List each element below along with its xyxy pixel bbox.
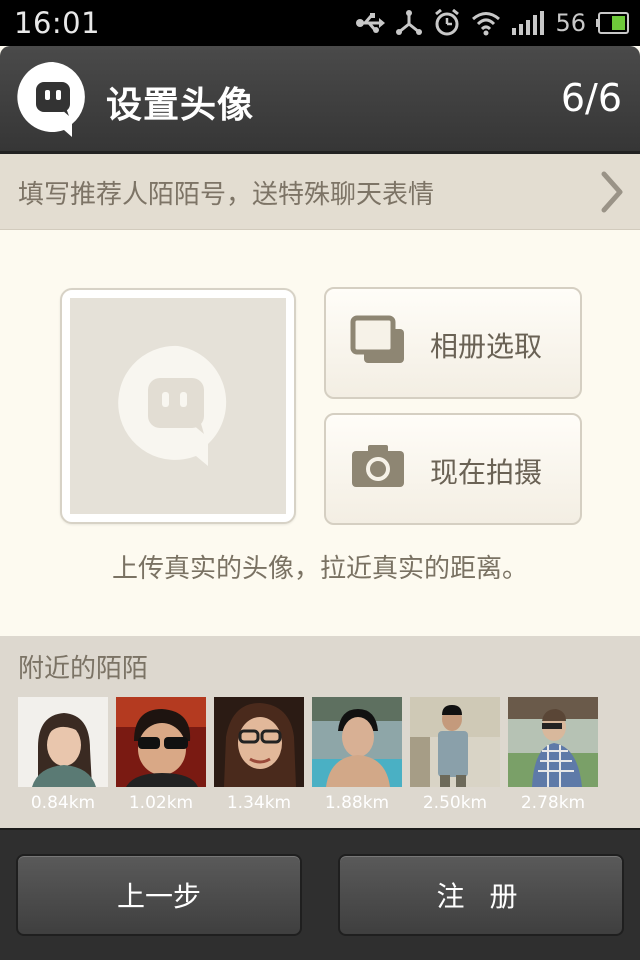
previous-step-button[interactable]: 上一步: [16, 854, 302, 936]
chevron-right-icon: [601, 171, 623, 213]
user-photo: [18, 697, 108, 787]
share-icon: [396, 10, 423, 35]
person-distance: 1.02km: [128, 793, 194, 813]
usb-icon: [356, 13, 386, 33]
user-photo: [116, 697, 206, 787]
alarm-icon: [435, 9, 460, 36]
nearby-person[interactable]: 2.78km: [508, 697, 598, 813]
nearby-list: 0.84km 1.02km 1.34km 1.88km 2.50km 2.78k…: [18, 697, 598, 813]
avatar-hint: 上传真实的头像，拉近真实的距离。: [111, 554, 528, 584]
avatar-placeholder-icon: [118, 345, 227, 466]
user-photo: [214, 697, 304, 787]
nearby-section: 附近的陌陌 0.84km 1.02km 1.34km 1.88km 2.50km…: [0, 636, 640, 828]
nearby-person[interactable]: 0.84km: [18, 697, 108, 813]
wifi-icon: [472, 12, 501, 36]
avatar-preview[interactable]: [60, 288, 296, 524]
user-photo: [312, 697, 402, 787]
album-label: 相册选取: [430, 330, 543, 363]
avatar-section: 相册选取 现在拍摄 上传真实的头像，拉近真实的距离。: [0, 230, 640, 636]
step-indicator: 6/6: [560, 76, 622, 120]
nearby-person[interactable]: 2.50km: [410, 697, 500, 813]
choose-from-album-button[interactable]: 相册选取: [324, 287, 582, 399]
album-icon: [350, 315, 404, 363]
nearby-title: 附近的陌陌: [18, 654, 149, 684]
take-photo-button[interactable]: 现在拍摄: [324, 413, 582, 525]
nearby-person[interactable]: 1.02km: [116, 697, 206, 813]
momo-logo-icon: [17, 61, 85, 137]
nearby-person[interactable]: 1.34km: [214, 697, 304, 813]
nearby-person[interactable]: 1.88km: [312, 697, 402, 813]
signal-icon: [512, 11, 545, 35]
footer-bar: 上一步 注 册: [0, 828, 640, 960]
person-distance: 2.78km: [520, 793, 586, 813]
register-button[interactable]: 注 册: [338, 854, 624, 936]
status-time: 16:01: [14, 6, 101, 40]
person-distance: 1.88km: [324, 793, 390, 813]
battery-level: 56: [555, 9, 586, 37]
page-title: 设置头像: [106, 85, 255, 126]
camera-icon: [352, 445, 404, 487]
header-bar: 设置头像 6/6: [0, 46, 640, 154]
status-bar: 16:01 56: [0, 0, 640, 46]
user-photo: [410, 697, 500, 787]
person-distance: 0.84km: [30, 793, 96, 813]
status-icons: 56: [355, 6, 630, 40]
referral-banner[interactable]: 填写推荐人陌陌号，送特殊聊天表情: [0, 154, 640, 230]
user-photo: [508, 697, 598, 787]
camera-label: 现在拍摄: [430, 456, 543, 489]
referral-text: 填写推荐人陌陌号，送特殊聊天表情: [18, 180, 435, 210]
person-distance: 2.50km: [422, 793, 488, 813]
battery-icon: [596, 12, 629, 34]
person-distance: 1.34km: [226, 793, 292, 813]
avatar-placeholder: [70, 298, 286, 514]
